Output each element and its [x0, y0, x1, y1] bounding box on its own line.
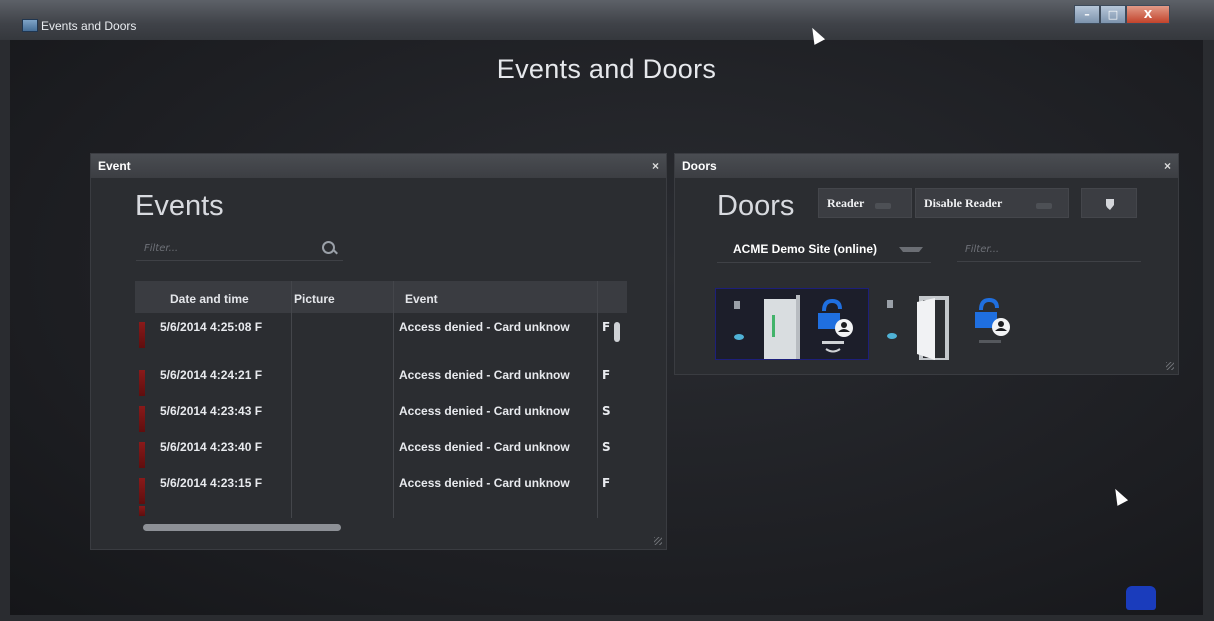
resize-grip-icon[interactable]	[654, 537, 662, 545]
doors-panel-close-icon[interactable]: ×	[1164, 154, 1171, 178]
horizontal-scrollbar[interactable]	[143, 524, 341, 531]
minimize-button[interactable]: –	[1074, 5, 1100, 24]
shield-icon	[1106, 199, 1114, 210]
column-header-picture[interactable]: Picture	[294, 281, 335, 313]
search-icon[interactable]	[322, 241, 335, 254]
event-extra: F	[602, 320, 611, 334]
event-text: Access denied - Card unknow	[399, 476, 570, 490]
events-filter-placeholder: Filter...	[144, 243, 179, 254]
column-header-event[interactable]: Event	[405, 281, 438, 313]
event-status-marker	[139, 478, 145, 504]
event-date: 5/6/2014 4:23:40 F	[160, 440, 263, 454]
page-title: Events and Doors	[496, 54, 717, 84]
events-filter-input[interactable]: Filter...	[136, 236, 343, 261]
unlocked-padlock-icon	[818, 299, 853, 353]
disable-reader-icon	[1036, 203, 1052, 209]
window-titlebar: Events and Doors – □ X	[0, 0, 1214, 40]
home-badge-icon[interactable]	[1126, 586, 1156, 610]
event-status-marker	[139, 406, 145, 432]
event-status-marker	[139, 442, 145, 468]
event-text: Access denied - Card unknow	[399, 320, 570, 334]
event-text: Access denied - Card unknow	[399, 440, 570, 454]
doors-title: Doors	[717, 190, 795, 222]
client-area: Events and Doors Event × Events Filter..…	[10, 25, 1203, 615]
site-select[interactable]: ACME Demo Site (online)	[717, 236, 931, 263]
event-extra: F	[602, 476, 611, 490]
event-status-marker	[139, 506, 145, 516]
table-row[interactable]: 5/6/2014 4:23:15 F Access denied - Card …	[135, 470, 617, 504]
event-date: 5/6/2014 4:25:08 F	[160, 320, 263, 334]
reader-icon	[875, 203, 891, 209]
unlocked-padlock-icon	[975, 298, 1010, 343]
shield-button[interactable]	[1081, 188, 1137, 218]
table-row[interactable]	[135, 506, 617, 516]
events-panel-close-icon[interactable]: ×	[652, 154, 659, 178]
door-tile-1[interactable]	[715, 288, 869, 360]
maximize-button[interactable]: □	[1100, 5, 1126, 24]
events-grid-header: Date and time Picture Event	[135, 281, 627, 313]
event-extra: S	[602, 440, 611, 454]
event-status-marker	[139, 322, 145, 348]
disable-reader-button-label: Disable Reader	[924, 196, 1003, 210]
column-header-date[interactable]: Date and time	[170, 281, 249, 313]
vertical-scrollbar[interactable]	[614, 322, 620, 342]
chevron-down-icon	[899, 247, 923, 252]
doors-panel-header: Doors ×	[675, 154, 1178, 178]
app-icon	[22, 19, 38, 32]
doors-panel-header-label: Doors	[682, 159, 717, 173]
event-extra: F	[602, 368, 611, 382]
doors-panel: Doors × Doors Reader Disable Reader ACME…	[674, 153, 1179, 375]
reader-button-label: Reader	[827, 196, 865, 210]
events-panel: Event × Events Filter... Date and time P…	[90, 153, 667, 550]
event-text: Access denied - Card unknow	[399, 404, 570, 418]
table-row[interactable]: 5/6/2014 4:25:08 F Access denied - Card …	[135, 314, 617, 348]
events-panel-header-label: Event	[98, 159, 131, 173]
window-title: Events and Doors	[41, 19, 137, 33]
close-window-button[interactable]: X	[1126, 5, 1170, 24]
doors-filter-input[interactable]: Filter...	[957, 237, 1141, 262]
event-date: 5/6/2014 4:23:15 F	[160, 476, 263, 490]
window-controls: – □ X	[1074, 5, 1170, 24]
door-tile-2[interactable]	[879, 288, 1019, 362]
table-row[interactable]: 5/6/2014 4:23:40 F Access denied - Card …	[135, 434, 617, 468]
reader-button[interactable]: Reader	[818, 188, 912, 218]
resize-grip-icon[interactable]	[1166, 362, 1174, 370]
event-status-marker	[139, 370, 145, 396]
event-text: Access denied - Card unknow	[399, 368, 570, 382]
events-panel-header: Event ×	[91, 154, 666, 178]
site-select-value: ACME Demo Site (online)	[733, 242, 878, 256]
table-row[interactable]: 5/6/2014 4:23:43 F Access denied - Card …	[135, 398, 617, 432]
events-title: Events	[135, 190, 224, 222]
event-date: 5/6/2014 4:24:21 F	[160, 368, 263, 382]
mouse-cursor-icon	[1109, 486, 1129, 506]
table-row[interactable]: 5/6/2014 4:24:21 F Access denied - Card …	[135, 362, 617, 396]
disable-reader-button[interactable]: Disable Reader	[915, 188, 1069, 218]
doors-filter-placeholder: Filter...	[965, 244, 1000, 255]
event-date: 5/6/2014 4:23:43 F	[160, 404, 263, 418]
event-extra: S	[602, 404, 611, 418]
